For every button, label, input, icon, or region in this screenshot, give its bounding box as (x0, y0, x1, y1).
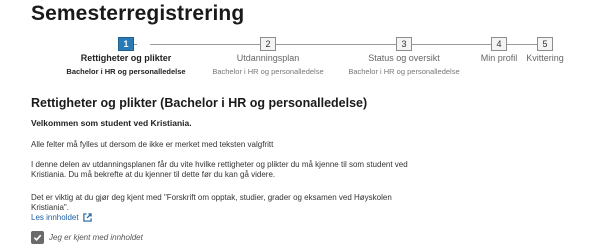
check-icon (33, 234, 42, 242)
step-3-indicator[interactable]: 3 (396, 37, 412, 51)
step-5-label[interactable]: Kvittering (526, 53, 564, 63)
step-1-indicator[interactable]: 1 (118, 37, 134, 51)
read-content-link-label: Les innholdet (31, 213, 79, 222)
external-link-icon (82, 213, 92, 222)
welcome-text: Velkommen som student ved Kristiania. (31, 118, 192, 128)
step-2-sublabel: Bachelor i HR og personalledelse (212, 67, 324, 76)
step-3-sublabel: Bachelor i HR og personalledelse (348, 67, 460, 76)
step-4-indicator[interactable]: 4 (491, 37, 507, 51)
regulation-text: Det er viktig at du gjør deg kjent med "… (31, 193, 392, 212)
stepper-line (150, 44, 260, 45)
step-1-label[interactable]: Rettigheter og plikter (81, 53, 172, 63)
consent-label: Jeg er kjent med innholdet (49, 233, 143, 242)
required-fields-note: Alle felter må fylles ut dersom de ikke … (31, 140, 274, 149)
stepper-line (507, 44, 537, 45)
step-1-sublabel: Bachelor i HR og personalledelse (66, 67, 186, 76)
step-3-label[interactable]: Status og oversikt (368, 53, 440, 63)
step-4-label[interactable]: Min profil (481, 53, 518, 63)
step-5-indicator[interactable]: 5 (537, 37, 553, 51)
read-content-link[interactable]: Les innholdet (31, 213, 92, 222)
section-title: Rettigheter og plikter (Bachelor i HR og… (31, 96, 368, 110)
stepper-line (276, 44, 396, 45)
step-2-label[interactable]: Utdanningsplan (237, 53, 300, 63)
consent-row[interactable]: Jeg er kjent med innholdet (31, 231, 143, 244)
stepper-line (412, 44, 491, 45)
rights-intro-text: I denne delen av utdanningsplanen får du… (31, 160, 408, 179)
step-2-indicator[interactable]: 2 (260, 37, 276, 51)
progress-stepper: 1 2 3 4 5 Rettigheter og plikter Utdanni… (0, 36, 606, 82)
consent-checkbox[interactable] (31, 231, 44, 244)
page-title: Semesterregistrering (31, 2, 245, 25)
